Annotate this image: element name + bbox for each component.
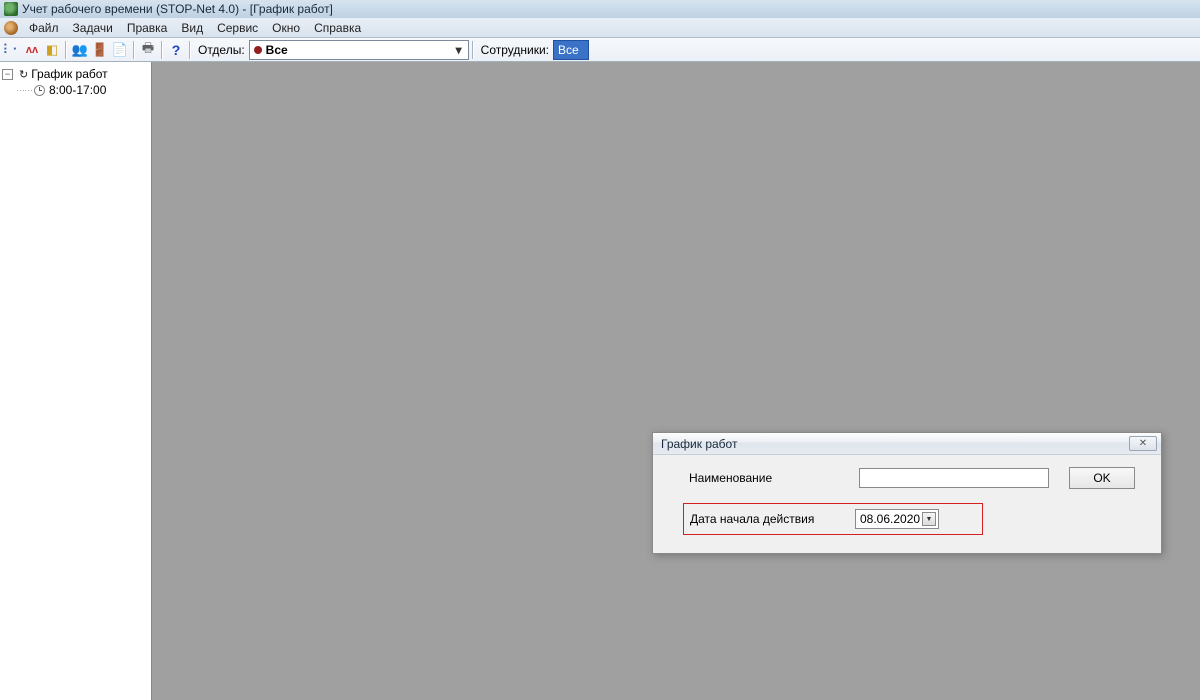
dialog-titlebar[interactable]: График работ ✕ bbox=[653, 433, 1161, 455]
ok-button[interactable]: OK bbox=[1069, 467, 1135, 489]
ok-button-label: OK bbox=[1093, 471, 1110, 485]
dialog-body: Наименование OK Дата начала действия 08.… bbox=[653, 455, 1161, 553]
schedule-dialog: График работ ✕ Наименование OK Дата нача… bbox=[652, 432, 1162, 554]
close-icon: ✕ bbox=[1139, 438, 1147, 449]
menubar-icon bbox=[4, 21, 18, 35]
tree-collapse-icon[interactable]: − bbox=[2, 69, 13, 80]
start-date-row: Дата начала действия 08.06.2020 ▼ bbox=[683, 503, 983, 535]
menu-file[interactable]: Файл bbox=[22, 19, 66, 37]
main-body: − ↻ График работ ⋯⋯ 8:00-17:00 График ра… bbox=[0, 62, 1200, 700]
start-date-picker[interactable]: 08.06.2020 ▼ bbox=[855, 509, 939, 529]
menu-edit[interactable]: Правка bbox=[120, 19, 175, 37]
tree-branch-icon: ⋯⋯ bbox=[16, 85, 32, 96]
departments-combo[interactable]: Все ▾ bbox=[249, 40, 469, 60]
menubar: Файл Задачи Правка Вид Сервис Окно Справ… bbox=[0, 18, 1200, 38]
app-icon bbox=[4, 2, 18, 16]
dialog-title: График работ bbox=[661, 437, 737, 451]
refresh-icon: ↻ bbox=[19, 68, 28, 81]
separator bbox=[189, 41, 191, 59]
close-button[interactable]: ✕ bbox=[1129, 436, 1157, 451]
menu-view[interactable]: Вид bbox=[174, 19, 210, 37]
tree-structure-icon[interactable]: ⠇⠂ bbox=[2, 40, 22, 60]
departments-value: Все bbox=[266, 43, 452, 57]
clock-icon bbox=[34, 85, 45, 96]
users-icon[interactable]: 👥 bbox=[70, 40, 90, 60]
chevron-down-icon: ▾ bbox=[452, 43, 466, 57]
window-title: Учет рабочего времени (STOP-Net 4.0) - [… bbox=[22, 2, 333, 16]
dept-dot-icon bbox=[254, 46, 262, 54]
tree-root-label: График работ bbox=[31, 67, 107, 81]
name-row: Наименование OK bbox=[689, 467, 1147, 489]
employees-label: Сотрудники: bbox=[477, 43, 553, 57]
mdi-client-area: График работ ✕ Наименование OK Дата нача… bbox=[152, 62, 1200, 700]
window-titlebar: Учет рабочего времени (STOP-Net 4.0) - [… bbox=[0, 0, 1200, 18]
start-date-label: Дата начала действия bbox=[690, 512, 860, 526]
separator bbox=[472, 41, 474, 59]
departments-label: Отделы: bbox=[194, 43, 249, 57]
help-icon[interactable]: ? bbox=[166, 40, 186, 60]
tree-child-row[interactable]: ⋯⋯ 8:00-17:00 bbox=[2, 82, 149, 98]
menu-tasks[interactable]: Задачи bbox=[66, 19, 120, 37]
name-input[interactable] bbox=[859, 468, 1049, 488]
start-date-value: 08.06.2020 bbox=[860, 512, 922, 526]
separator bbox=[65, 41, 67, 59]
tree-pane: − ↻ График работ ⋯⋯ 8:00-17:00 bbox=[0, 62, 152, 700]
print-icon[interactable]: 🖶 bbox=[138, 40, 158, 60]
note-icon[interactable]: ◧ bbox=[42, 40, 62, 60]
report-icon[interactable]: 📄 bbox=[110, 40, 130, 60]
chevron-down-icon[interactable]: ▼ bbox=[922, 512, 936, 526]
toolbar: ⠇⠂ ᴧᴧ ◧ 👥 🚪 📄 🖶 ? Отделы: Все ▾ Сотрудни… bbox=[0, 38, 1200, 62]
chart-icon[interactable]: ᴧᴧ bbox=[22, 40, 42, 60]
separator bbox=[161, 41, 163, 59]
user-exit-icon[interactable]: 🚪 bbox=[90, 40, 110, 60]
menu-window[interactable]: Окно bbox=[265, 19, 307, 37]
name-label: Наименование bbox=[689, 471, 859, 485]
tree-root-row[interactable]: − ↻ График работ bbox=[2, 66, 149, 82]
separator bbox=[133, 41, 135, 59]
employees-field[interactable]: Все bbox=[553, 40, 589, 60]
employees-value: Все bbox=[558, 43, 579, 57]
menu-service[interactable]: Сервис bbox=[210, 19, 265, 37]
menu-help[interactable]: Справка bbox=[307, 19, 368, 37]
tree-child-label: 8:00-17:00 bbox=[49, 83, 106, 97]
